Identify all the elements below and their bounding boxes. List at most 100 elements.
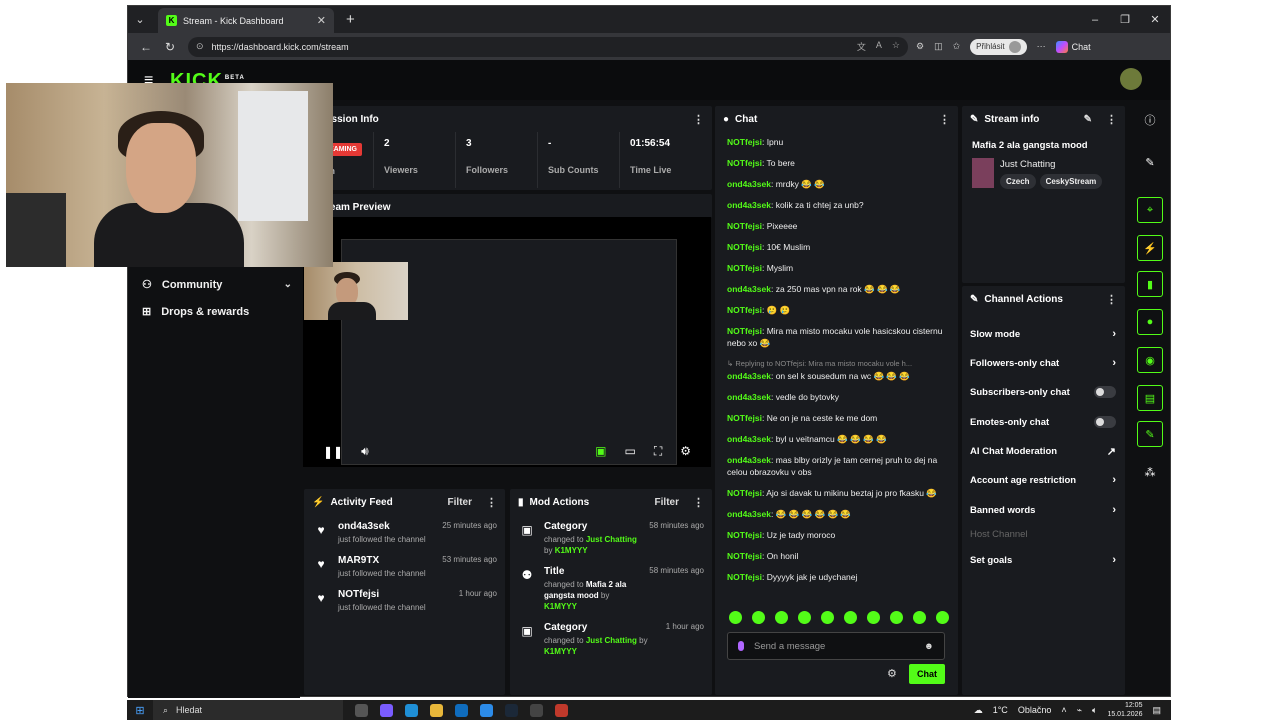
chat-username[interactable]: NOTfejsi — [727, 551, 762, 561]
browser-tab[interactable]: K Stream - Kick Dashboard ✕ — [158, 8, 334, 33]
outlook-app-icon[interactable] — [455, 703, 468, 717]
mod-user[interactable]: K1MYYY — [544, 647, 577, 656]
mod-widget-icon[interactable]: ▮ — [1137, 271, 1163, 297]
activity-user[interactable]: ond4a3sek — [338, 521, 432, 532]
nav-item-drops[interactable]: ⊞ Drops & rewards — [142, 305, 292, 319]
chat-send-button[interactable]: Chat — [909, 664, 945, 684]
chat-username[interactable]: NOTfejsi — [727, 137, 762, 147]
activity-menu-icon[interactable]: ⋮ — [486, 496, 497, 509]
broadcast-widget-icon[interactable]: ◉ — [1137, 347, 1163, 373]
theater-mode-icon[interactable]: ▭ — [624, 444, 635, 459]
emote-icon[interactable] — [821, 611, 834, 624]
chat-username[interactable]: NOTfejsi — [727, 221, 762, 231]
chat-username[interactable]: NOTfejsi — [727, 572, 762, 582]
subscribers-only-toggle[interactable] — [1094, 386, 1116, 398]
mod-user[interactable]: K1MYYY — [544, 602, 577, 611]
chat-username[interactable]: NOTfejsi — [727, 158, 762, 168]
chat-username[interactable]: ond4a3sek — [727, 434, 771, 444]
emote-icon[interactable] — [913, 611, 926, 624]
chat-username[interactable]: ond4a3sek — [727, 371, 771, 381]
steam-app-icon[interactable] — [505, 703, 518, 717]
translate-icon[interactable]: 文 — [857, 40, 866, 53]
settings-icon[interactable]: ⚙ — [680, 444, 691, 459]
chevron-down-icon[interactable]: ⌄ — [284, 279, 292, 290]
volume-icon[interactable]: 🔊︎ — [361, 444, 369, 459]
favorite-star-icon[interactable]: ☆ — [892, 40, 900, 53]
notifications-icon[interactable]: ▤ — [1152, 705, 1161, 716]
emote-icon[interactable] — [775, 611, 788, 624]
close-window-icon[interactable]: ✕ — [1140, 13, 1170, 26]
chat-username[interactable]: NOTfejsi — [727, 488, 762, 498]
stream-info-menu-icon[interactable]: ⋮ — [1106, 113, 1117, 126]
chat-username[interactable]: ond4a3sek — [727, 509, 771, 519]
obs-app-icon[interactable] — [530, 703, 543, 717]
chat-settings-icon[interactable]: ⚙ — [887, 667, 897, 680]
channel-actions-menu-icon[interactable]: ⋮ — [1106, 293, 1117, 306]
brave-app-icon[interactable] — [555, 703, 568, 717]
tab-list-icon[interactable]: ⌄ — [128, 13, 152, 26]
emote-icon[interactable] — [798, 611, 811, 624]
clock[interactable]: 12:05 15.01.2026 — [1107, 701, 1142, 719]
more-menu-icon[interactable]: ⋯ — [1037, 41, 1046, 52]
action-set-goals[interactable]: Set goals › — [970, 554, 1116, 566]
chat-username[interactable]: ond4a3sek — [727, 284, 771, 294]
chat-username[interactable]: NOTfejsi — [727, 263, 762, 273]
weather-icon[interactable]: ☁ — [974, 705, 983, 716]
activity-widget-icon[interactable]: ⚡ — [1137, 235, 1163, 261]
action-followers-only[interactable]: Followers-only chat › — [970, 357, 1116, 369]
tag[interactable]: Czech — [1000, 174, 1036, 189]
chat-username[interactable]: NOTfejsi — [727, 413, 762, 423]
emote-icon[interactable] — [867, 611, 880, 624]
chat-widget-icon[interactable]: ● — [1137, 309, 1163, 335]
site-info-icon[interactable]: ⊙ — [196, 41, 204, 52]
profile-login-button[interactable]: Přihlásit — [970, 38, 1027, 55]
mod-user[interactable]: K1MYYY — [555, 546, 588, 555]
mic-icon[interactable] — [738, 641, 744, 651]
tag[interactable]: CeskyStream — [1039, 174, 1103, 189]
task-view-icon[interactable] — [355, 703, 368, 717]
live-indicator-icon[interactable]: ▣ — [595, 444, 606, 459]
new-tab-icon[interactable]: + — [346, 11, 355, 28]
chat-message-list[interactable]: NOTfejsi: Ipnu NOTfejsi: To bere ond4a3sek… — [727, 136, 949, 592]
activity-user[interactable]: NOTfejsi — [338, 589, 449, 600]
minimize-icon[interactable]: – — [1080, 14, 1110, 26]
action-slow-mode[interactable]: Slow mode › — [970, 328, 1116, 340]
url-field[interactable]: ⊙ https://dashboard.kick.com/stream 文 A … — [188, 36, 908, 57]
mod-menu-icon[interactable]: ⋮ — [693, 496, 704, 509]
action-ai-moderation[interactable]: AI Chat Moderation ↗ — [970, 445, 1116, 458]
session-widget-icon[interactable]: ⌖ — [1137, 197, 1163, 223]
activity-user[interactable]: MAR9TX — [338, 555, 432, 566]
file-explorer-icon[interactable] — [430, 703, 443, 717]
network-icon[interactable]: ⌁ — [1077, 705, 1082, 716]
activity-filter-button[interactable]: Filter — [448, 497, 472, 508]
store-app-icon[interactable] — [480, 703, 493, 717]
chat-username[interactable]: ond4a3sek — [727, 200, 771, 210]
action-banned-words[interactable]: Banned words › — [970, 504, 1116, 516]
mod-filter-button[interactable]: Filter — [655, 497, 679, 508]
emotes-only-toggle[interactable] — [1094, 416, 1116, 428]
copilot-chat-button[interactable]: Chat — [1055, 40, 1091, 53]
stream-preview-video[interactable]: ❚❚ 🔊︎ ▣ ▭ ⛶ ⚙ — [303, 217, 711, 467]
taskbar-search[interactable]: ⌕ Hledat — [153, 700, 343, 720]
edit-icon[interactable]: ✎ — [1084, 114, 1092, 125]
chat-menu-icon[interactable]: ⋮ — [939, 113, 950, 126]
chat-username[interactable]: ond4a3sek — [727, 392, 771, 402]
close-tab-icon[interactable]: ✕ — [317, 14, 326, 27]
emote-icon[interactable] — [844, 611, 857, 624]
user-avatar[interactable] — [1120, 68, 1142, 90]
chat-username[interactable]: NOTfejsi — [727, 326, 762, 336]
emote-icon[interactable] — [936, 611, 949, 624]
info-icon[interactable]: ⓘ — [1137, 107, 1163, 133]
pencil-icon[interactable]: ✎ — [1137, 149, 1163, 175]
favorites-icon[interactable]: ✩ — [953, 41, 961, 52]
pause-icon[interactable]: ❚❚ — [323, 445, 343, 459]
preview-widget-icon[interactable]: ▤ — [1137, 385, 1163, 411]
tray-chevron-icon[interactable]: ˄ — [1061, 705, 1066, 715]
volume-tray-icon[interactable]: 🔈︎ — [1092, 705, 1097, 716]
refresh-icon[interactable]: ↻ — [158, 40, 182, 54]
extensions-icon[interactable]: ⚙ — [916, 41, 924, 52]
back-icon[interactable]: ← — [134, 40, 158, 54]
emote-icon[interactable] — [729, 611, 742, 624]
split-screen-icon[interactable]: ◫ — [934, 41, 943, 52]
chat-username[interactable]: ond4a3sek — [727, 179, 771, 189]
